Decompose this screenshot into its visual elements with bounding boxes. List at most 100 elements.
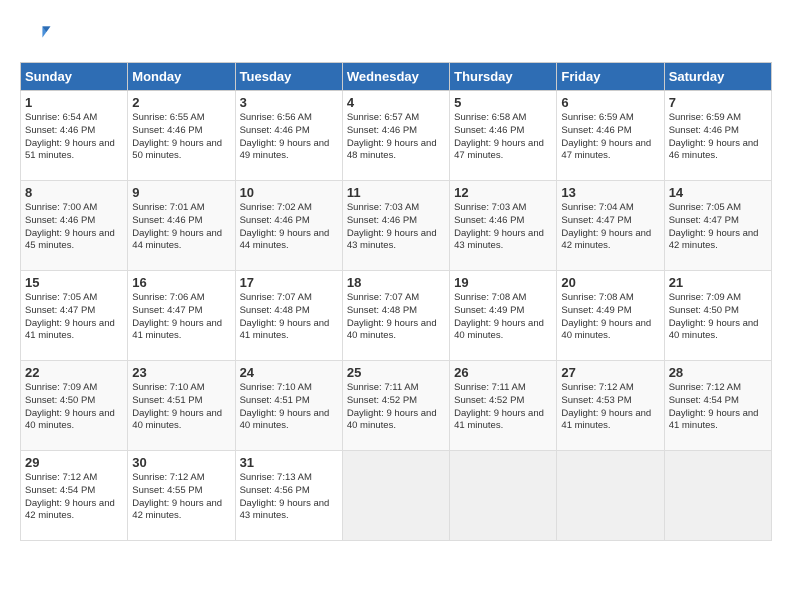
day-number: 27: [561, 365, 659, 380]
day-number: 7: [669, 95, 767, 110]
day-cell: 21Sunrise: 7:09 AMSunset: 4:50 PMDayligh…: [664, 271, 771, 361]
page-header: [20, 20, 772, 52]
day-cell: 28Sunrise: 7:12 AMSunset: 4:54 PMDayligh…: [664, 361, 771, 451]
day-number: 4: [347, 95, 445, 110]
day-info: Sunrise: 7:13 AMSunset: 4:56 PMDaylight:…: [240, 472, 338, 523]
day-cell: 1 Sunrise: 6:54 AMSunset: 4:46 PMDaylight…: [21, 91, 128, 181]
week-row-2: 8 Sunrise: 7:00 AMSunset: 4:46 PMDaylight…: [21, 181, 772, 271]
day-info: Sunrise: 7:05 AMSunset: 4:47 PMDaylight:…: [669, 202, 767, 253]
day-cell: 5 Sunrise: 6:58 AMSunset: 4:46 PMDaylight…: [450, 91, 557, 181]
day-cell: 20 Sunrise: 7:08 AMSunset: 4:49 PMDayligh…: [557, 271, 664, 361]
day-cell: 10 Sunrise: 7:02 AMSunset: 4:46 PMDayligh…: [235, 181, 342, 271]
day-info: Sunrise: 7:03 AMSunset: 4:46 PMDaylight:…: [454, 202, 552, 253]
day-number: 11: [347, 185, 445, 200]
header-day-sunday: Sunday: [21, 63, 128, 91]
day-cell: 7 Sunrise: 6:59 AMSunset: 4:46 PMDaylight…: [664, 91, 771, 181]
day-cell: 23Sunrise: 7:10 AMSunset: 4:51 PMDayligh…: [128, 361, 235, 451]
day-info: Sunrise: 7:08 AMSunset: 4:49 PMDaylight:…: [561, 292, 659, 343]
day-info: Sunrise: 6:54 AMSunset: 4:46 PMDaylight:…: [25, 112, 123, 163]
day-number: 18: [347, 275, 445, 290]
day-number: 2: [132, 95, 230, 110]
day-number: 1: [25, 95, 123, 110]
day-cell: 24 Sunrise: 7:10 AMSunset: 4:51 PMDayligh…: [235, 361, 342, 451]
day-cell: [342, 451, 449, 541]
day-number: 31: [240, 455, 338, 470]
day-info: Sunrise: 7:10 AMSunset: 4:51 PMDaylight:…: [240, 382, 338, 433]
day-cell: 4 Sunrise: 6:57 AMSunset: 4:46 PMDaylight…: [342, 91, 449, 181]
day-cell: 17 Sunrise: 7:07 AMSunset: 4:48 PMDayligh…: [235, 271, 342, 361]
day-info: Sunrise: 6:58 AMSunset: 4:46 PMDaylight:…: [454, 112, 552, 163]
day-cell: 31 Sunrise: 7:13 AMSunset: 4:56 PMDayligh…: [235, 451, 342, 541]
header-day-thursday: Thursday: [450, 63, 557, 91]
day-number: 19: [454, 275, 552, 290]
day-info: Sunrise: 7:01 AMSunset: 4:46 PMDaylight:…: [132, 202, 230, 253]
day-cell: [664, 451, 771, 541]
week-row-5: 29 Sunrise: 7:12 AMSunset: 4:54 PMDayligh…: [21, 451, 772, 541]
logo: [20, 20, 56, 52]
day-info: Sunrise: 7:11 AMSunset: 4:52 PMDaylight:…: [454, 382, 552, 433]
day-number: 21: [669, 275, 767, 290]
day-number: 29: [25, 455, 123, 470]
header-day-tuesday: Tuesday: [235, 63, 342, 91]
day-cell: 8 Sunrise: 7:00 AMSunset: 4:46 PMDaylight…: [21, 181, 128, 271]
day-cell: 3 Sunrise: 6:56 AMSunset: 4:46 PMDaylight…: [235, 91, 342, 181]
day-info: Sunrise: 7:12 AMSunset: 4:53 PMDaylight:…: [561, 382, 659, 433]
day-number: 10: [240, 185, 338, 200]
day-info: Sunrise: 7:03 AMSunset: 4:46 PMDaylight:…: [347, 202, 445, 253]
day-number: 6: [561, 95, 659, 110]
day-cell: 16Sunrise: 7:06 AMSunset: 4:47 PMDayligh…: [128, 271, 235, 361]
day-info: Sunrise: 6:56 AMSunset: 4:46 PMDaylight:…: [240, 112, 338, 163]
day-info: Sunrise: 7:07 AMSunset: 4:48 PMDaylight:…: [240, 292, 338, 343]
calendar-table: SundayMondayTuesdayWednesdayThursdayFrid…: [20, 62, 772, 541]
header-day-monday: Monday: [128, 63, 235, 91]
day-info: Sunrise: 7:04 AMSunset: 4:47 PMDaylight:…: [561, 202, 659, 253]
day-number: 12: [454, 185, 552, 200]
day-number: 28: [669, 365, 767, 380]
day-number: 3: [240, 95, 338, 110]
header-day-saturday: Saturday: [664, 63, 771, 91]
day-cell: 12 Sunrise: 7:03 AMSunset: 4:46 PMDayligh…: [450, 181, 557, 271]
day-info: Sunrise: 6:55 AMSunset: 4:46 PMDaylight:…: [132, 112, 230, 163]
day-number: 8: [25, 185, 123, 200]
day-cell: 9 Sunrise: 7:01 AMSunset: 4:46 PMDaylight…: [128, 181, 235, 271]
day-cell: [557, 451, 664, 541]
day-number: 30: [132, 455, 230, 470]
day-cell: 18Sunrise: 7:07 AMSunset: 4:48 PMDayligh…: [342, 271, 449, 361]
day-info: Sunrise: 7:00 AMSunset: 4:46 PMDaylight:…: [25, 202, 123, 253]
day-cell: 30 Sunrise: 7:12 AMSunset: 4:55 PMDayligh…: [128, 451, 235, 541]
day-number: 24: [240, 365, 338, 380]
day-number: 15: [25, 275, 123, 290]
day-info: Sunrise: 6:59 AMSunset: 4:46 PMDaylight:…: [669, 112, 767, 163]
day-info: Sunrise: 6:57 AMSunset: 4:46 PMDaylight:…: [347, 112, 445, 163]
header-row: SundayMondayTuesdayWednesdayThursdayFrid…: [21, 63, 772, 91]
day-number: 9: [132, 185, 230, 200]
day-cell: 14 Sunrise: 7:05 AMSunset: 4:47 PMDayligh…: [664, 181, 771, 271]
day-cell: 26Sunrise: 7:11 AMSunset: 4:52 PMDayligh…: [450, 361, 557, 451]
day-cell: 29 Sunrise: 7:12 AMSunset: 4:54 PMDayligh…: [21, 451, 128, 541]
day-cell: 25 Sunrise: 7:11 AMSunset: 4:52 PMDayligh…: [342, 361, 449, 451]
day-cell: 15 Sunrise: 7:05 AMSunset: 4:47 PMDayligh…: [21, 271, 128, 361]
day-cell: 11 Sunrise: 7:03 AMSunset: 4:46 PMDayligh…: [342, 181, 449, 271]
day-info: Sunrise: 7:02 AMSunset: 4:46 PMDaylight:…: [240, 202, 338, 253]
day-number: 20: [561, 275, 659, 290]
day-info: Sunrise: 7:12 AMSunset: 4:55 PMDaylight:…: [132, 472, 230, 523]
day-info: Sunrise: 7:08 AMSunset: 4:49 PMDaylight:…: [454, 292, 552, 343]
day-info: Sunrise: 7:09 AMSunset: 4:50 PMDaylight:…: [25, 382, 123, 433]
day-info: Sunrise: 7:11 AMSunset: 4:52 PMDaylight:…: [347, 382, 445, 433]
day-number: 14: [669, 185, 767, 200]
day-number: 23: [132, 365, 230, 380]
day-number: 25: [347, 365, 445, 380]
day-cell: 6 Sunrise: 6:59 AMSunset: 4:46 PMDaylight…: [557, 91, 664, 181]
day-number: 17: [240, 275, 338, 290]
header-day-friday: Friday: [557, 63, 664, 91]
day-info: Sunrise: 6:59 AMSunset: 4:46 PMDaylight:…: [561, 112, 659, 163]
day-cell: [450, 451, 557, 541]
day-number: 5: [454, 95, 552, 110]
day-info: Sunrise: 7:05 AMSunset: 4:47 PMDaylight:…: [25, 292, 123, 343]
week-row-3: 15 Sunrise: 7:05 AMSunset: 4:47 PMDayligh…: [21, 271, 772, 361]
day-info: Sunrise: 7:12 AMSunset: 4:54 PMDaylight:…: [25, 472, 123, 523]
day-cell: 2 Sunrise: 6:55 AMSunset: 4:46 PMDaylight…: [128, 91, 235, 181]
week-row-1: 1 Sunrise: 6:54 AMSunset: 4:46 PMDaylight…: [21, 91, 772, 181]
week-row-4: 22Sunrise: 7:09 AMSunset: 4:50 PMDayligh…: [21, 361, 772, 451]
header-day-wednesday: Wednesday: [342, 63, 449, 91]
